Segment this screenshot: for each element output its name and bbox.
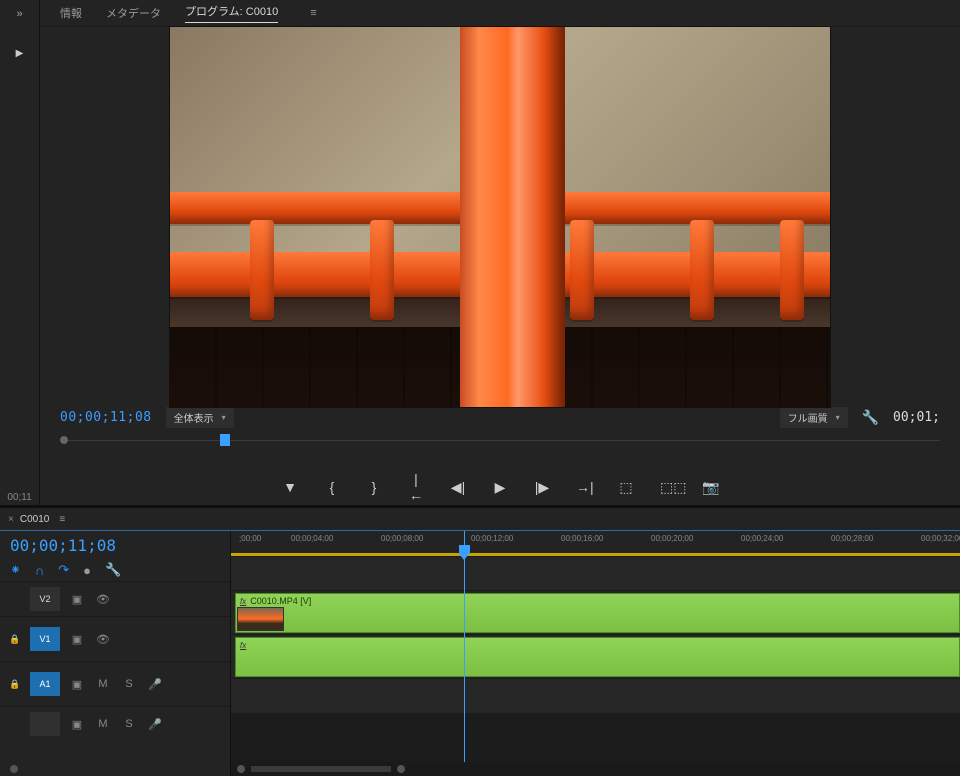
viewer-controls: 00;00;11;08 全体表示▾ フル画質▾ 🔧 00;01; (40, 407, 960, 470)
fx-badge-icon[interactable]: fx (240, 597, 246, 606)
mute-m-icon[interactable]: M (94, 715, 112, 733)
marker-tool-icon[interactable]: ● (83, 563, 91, 578)
panel-menu-icon[interactable]: ≡ (310, 7, 317, 19)
settings-wrench-icon[interactable]: 🔧 (862, 409, 879, 426)
track-lane-v2[interactable] (231, 556, 960, 591)
toggle-output-icon[interactable]: ▣ (68, 590, 86, 608)
track-lane-a1[interactable]: fx (231, 634, 960, 679)
zoom-handle-left[interactable] (237, 765, 245, 773)
timeline-menu-icon[interactable]: ≡ (59, 514, 65, 525)
timeline-left-scroll[interactable] (0, 762, 230, 776)
track-header-v1[interactable]: 🔒 V1 ▣ 👁 (0, 616, 230, 661)
clip-thumbnail (237, 607, 284, 631)
linked-selection-icon[interactable]: ↷ (58, 562, 69, 578)
time-ruler[interactable]: ;00;00 00;00;04;00 00;00;08;00 00;00;12;… (231, 531, 960, 554)
video-clip[interactable]: fxC0010.MP4 [V] (235, 593, 960, 633)
snap-icon[interactable]: ⁕ (10, 562, 21, 578)
fx-badge-icon[interactable]: fx (240, 641, 246, 650)
transport-controls: ▼ { } |← ◀| ▶ |▶ →| ⬚ ⬚⬚ 📷 (40, 470, 960, 505)
toggle-output-icon[interactable]: ▣ (68, 630, 86, 648)
lock-icon[interactable]: 🔒 (8, 679, 22, 690)
lock-icon[interactable]: 🔒 (8, 634, 22, 645)
viewer-area (40, 27, 960, 407)
expand-chevron-icon[interactable]: » (16, 8, 22, 20)
go-to-in-icon[interactable]: |← (408, 471, 424, 503)
eye-icon[interactable]: 👁 (94, 590, 112, 608)
step-forward-icon[interactable]: |▶ (534, 479, 550, 496)
voiceover-mic-icon[interactable]: 🎤 (146, 675, 164, 693)
zoom-dropdown[interactable]: 全体表示▾ (166, 407, 234, 428)
solo-s-icon[interactable]: S (120, 715, 138, 733)
track-label-v2[interactable]: V2 (30, 587, 60, 611)
settings-wrench-icon[interactable]: 🔧 (105, 562, 121, 578)
sequence-tab[interactable]: C0010 (20, 514, 49, 525)
current-timecode[interactable]: 00;00;11;08 (60, 410, 152, 425)
timeline-timecode[interactable]: 00;00;11;08 (10, 536, 116, 555)
toggle-output-icon[interactable]: ▣ (68, 715, 86, 733)
left-timecode-fragment: 00;11 (7, 492, 31, 503)
lift-icon[interactable]: ⬚ (618, 479, 634, 496)
track-lane-a2[interactable] (231, 678, 960, 713)
track-header-a2[interactable]: ▣ M S 🎤 (0, 706, 230, 741)
track-lane-v1[interactable]: fxC0010.MP4 [V] (231, 590, 960, 635)
scrub-handle[interactable] (220, 434, 230, 446)
timeline-tool-row: ⁕ ∩ ↷ ● 🔧 (0, 559, 230, 581)
video-preview[interactable] (170, 27, 830, 407)
chevron-down-icon: ▾ (836, 413, 840, 422)
zoom-handle-right[interactable] (397, 765, 405, 773)
go-to-out-icon[interactable]: →| (576, 479, 592, 495)
tab-metadata[interactable]: メタデータ (106, 5, 161, 21)
tab-program[interactable]: プログラム: C0010 (185, 3, 278, 23)
timeline-tracks-area[interactable]: ;00;00 00;00;04;00 00;00;08;00 00;00;12;… (231, 531, 960, 776)
toggle-output-icon[interactable]: ▣ (68, 675, 86, 693)
extract-icon[interactable]: ⬚⬚ (660, 479, 676, 496)
export-frame-icon[interactable]: 📷 (702, 479, 718, 496)
chevron-down-icon: ▾ (222, 413, 226, 422)
audio-clip[interactable]: fx (235, 637, 960, 677)
zoom-bar[interactable] (251, 766, 391, 772)
tab-info[interactable]: 情報 (60, 5, 82, 21)
viewer-scrub-bar[interactable] (60, 434, 940, 448)
program-monitor-panel: 情報 メタデータ プログラム: C0010 ≡ 00;00;11;08 (40, 0, 960, 505)
track-label-a2[interactable] (30, 712, 60, 736)
quality-dropdown[interactable]: フル画質▾ (780, 407, 848, 428)
close-tab-icon[interactable]: × (8, 514, 14, 525)
mute-m-icon[interactable]: M (94, 675, 112, 693)
duration-timecode: 00;01; (893, 410, 940, 425)
in-point-icon[interactable]: { (324, 479, 340, 495)
timeline-track-headers: 00;00;11;08 ⁕ ∩ ↷ ● 🔧 V2 ▣ 👁 🔒 V1 ▣ 👁 (0, 531, 231, 776)
out-point-icon[interactable]: } (366, 479, 382, 495)
track-label-v1[interactable]: V1 (30, 627, 60, 651)
timeline-zoom-scroll[interactable] (231, 762, 960, 776)
marker-icon[interactable]: ▼ (282, 479, 298, 495)
track-header-a1[interactable]: 🔒 A1 ▣ M S 🎤 (0, 661, 230, 706)
voiceover-mic-icon[interactable]: 🎤 (146, 715, 164, 733)
step-back-icon[interactable]: ◀| (450, 479, 466, 496)
playhead[interactable] (464, 531, 465, 776)
magnet-icon[interactable]: ∩ (35, 563, 44, 578)
panel-tab-bar: 情報 メタデータ プログラム: C0010 ≡ (40, 0, 960, 27)
left-sidebar: » ▶ 00;11 (0, 0, 40, 505)
eye-icon[interactable]: 👁 (94, 630, 112, 648)
disclosure-triangle-icon[interactable]: ▶ (16, 48, 24, 59)
play-icon[interactable]: ▶ (492, 479, 508, 496)
playhead-handle-icon[interactable] (459, 545, 470, 554)
timeline-panel: × C0010 ≡ 00;00;11;08 ⁕ ∩ ↷ ● 🔧 V2 ▣ 👁 🔒… (0, 508, 960, 776)
timeline-tab-bar: × C0010 ≡ (0, 508, 960, 531)
track-label-a1[interactable]: A1 (30, 672, 60, 696)
solo-s-icon[interactable]: S (120, 675, 138, 693)
track-header-v2[interactable]: V2 ▣ 👁 (0, 581, 230, 616)
